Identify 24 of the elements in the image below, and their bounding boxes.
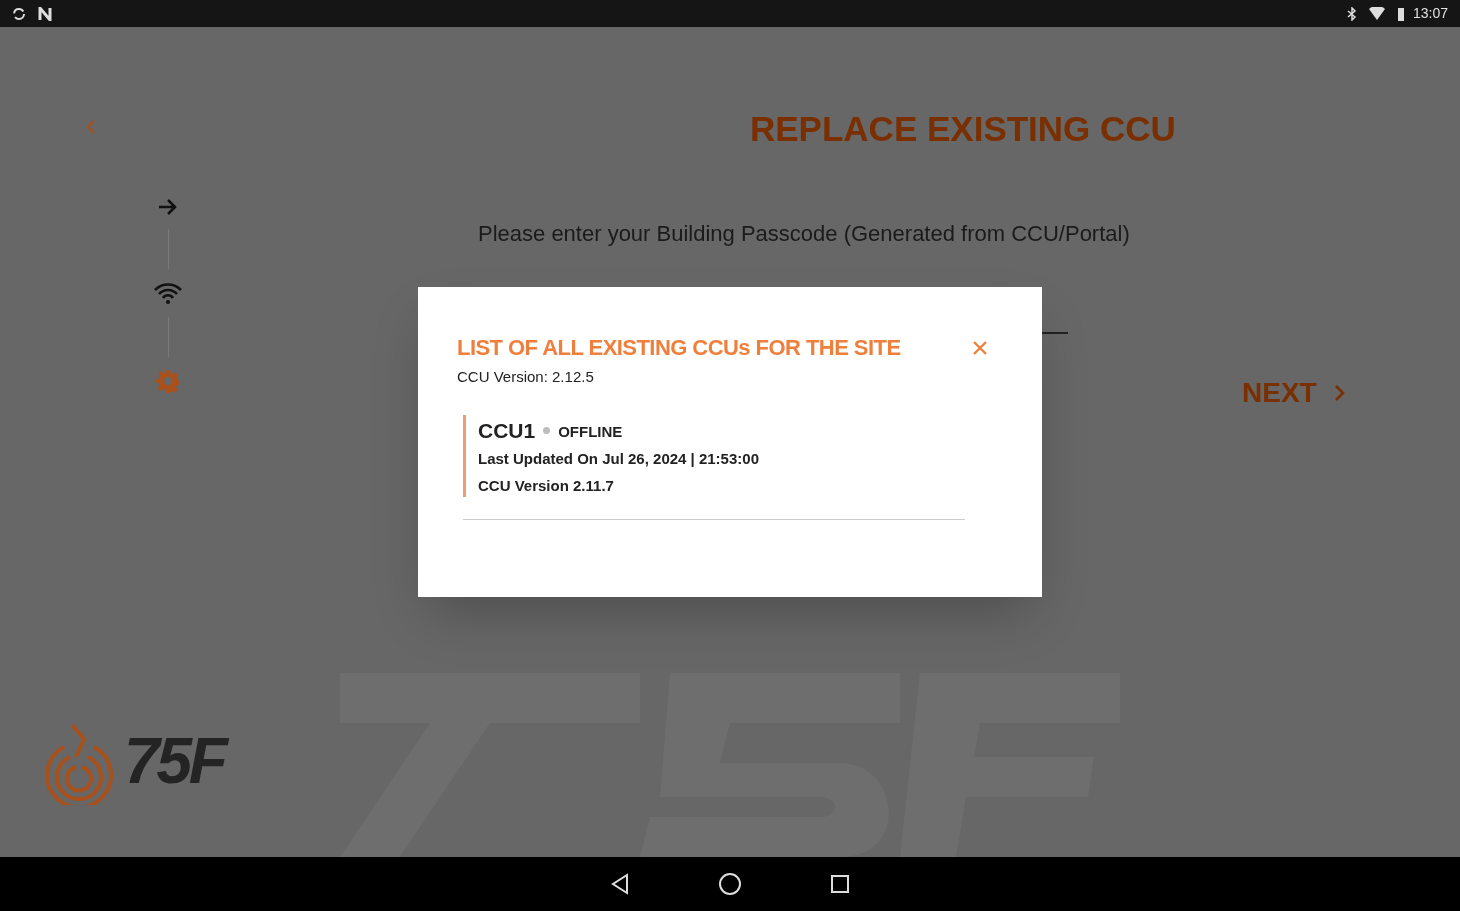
- ccu-name: CCU1: [478, 417, 536, 444]
- ccu-list-item[interactable]: CCU1 OFFLINE Last Updated On Jul 26, 2024 | 21:53:00 CCU Version 2.11.7: [463, 414, 965, 520]
- home-circle-icon: [718, 872, 742, 896]
- page-title: REPLACE EXISTING CCU: [750, 108, 1177, 150]
- ccu-status: OFFLINE: [558, 422, 623, 442]
- battery-icon: [1396, 6, 1405, 21]
- bluetooth-icon: [1346, 6, 1357, 21]
- ccu-last-updated: Last Updated On Jul 26, 2024 | 21:53:00: [478, 449, 760, 469]
- dialog-title: LIST OF ALL EXISTING CCUs FOR THE SITE: [457, 334, 901, 362]
- recents-square-icon: [830, 874, 850, 894]
- back-nav-button[interactable]: [610, 873, 630, 895]
- recents-nav-button[interactable]: [830, 874, 850, 894]
- passcode-prompt: Please enter your Building Passcode (Generated from CCU/Portal): [478, 219, 1131, 248]
- dialog-subtitle: CCU Version: 2.12.5: [457, 367, 595, 387]
- notification-icon: [38, 6, 52, 21]
- back-triangle-icon: [610, 873, 630, 895]
- chevron-right-icon: [1332, 383, 1345, 402]
- clock-time: 13:07: [1412, 4, 1448, 23]
- sync-icon: [12, 6, 26, 21]
- back-chevron-icon: [85, 119, 97, 135]
- ccu-version: CCU Version 2.11.7: [478, 475, 615, 496]
- wifi-signal-icon: [1368, 7, 1385, 20]
- home-nav-button[interactable]: [718, 872, 742, 896]
- close-icon: [972, 339, 988, 356]
